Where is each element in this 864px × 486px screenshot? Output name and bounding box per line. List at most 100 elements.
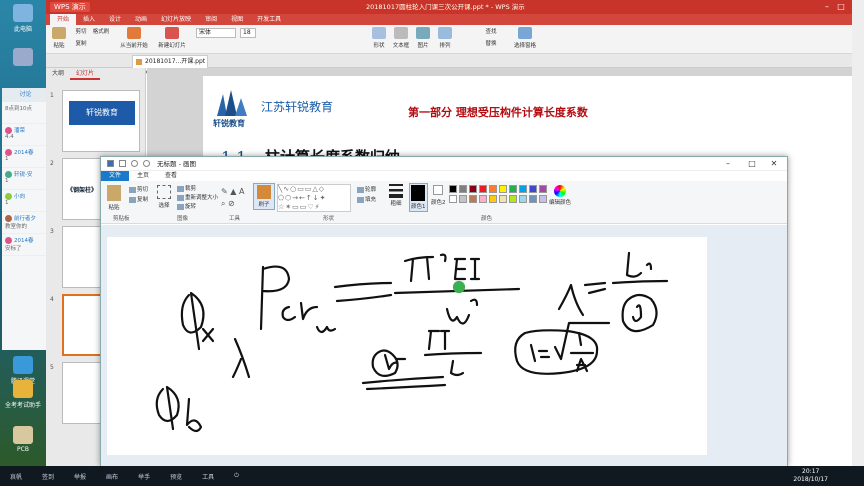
tab-home[interactable]: 主页 [129,171,157,181]
document-tab[interactable]: 20181017...开课.ppt * [132,55,208,77]
shape-button[interactable]: 形状 [368,27,390,49]
color2-button[interactable]: 颜色2 [431,185,446,206]
chat-message[interactable]: 潘荣 4.4 [2,124,49,146]
menu-review[interactable]: 审阅 [198,14,224,25]
paint-canvas[interactable] [107,237,707,455]
paint-rotate-button[interactable]: 旋转 [177,202,196,210]
color-swatch[interactable] [509,195,517,203]
document-tabs: 20181017...开课.ppt * [46,54,864,77]
color-swatch[interactable] [529,185,537,193]
this-pc-icon[interactable]: 此电脑 [4,4,42,33]
undo-icon[interactable] [131,160,138,167]
color-swatch[interactable] [529,195,537,203]
chat-message[interactable]: 轩锐-安 1 [2,168,49,190]
taskbar-item[interactable]: 哀帆 [0,472,32,481]
menu-developer[interactable]: 开发工具 [250,14,288,25]
paint-minimize-button[interactable]: – [717,157,739,171]
tab-slides[interactable]: 幻灯片 [70,68,101,80]
paint-paste-button[interactable]: 粘贴 [107,185,121,211]
cut-button[interactable]: 剪切 [72,27,90,35]
menu-design[interactable]: 设计 [102,14,128,25]
color-swatch[interactable] [449,185,457,193]
font-size-select[interactable]: 18 [240,28,256,38]
paint-copy-button[interactable]: 复制 [129,195,148,203]
color-swatch[interactable] [459,195,467,203]
new-slide-button[interactable]: 新建幻灯片 [154,27,190,49]
color-swatch[interactable] [449,195,457,203]
redo-icon[interactable] [143,160,150,167]
tab-file[interactable]: 文件 [101,171,130,181]
font-select[interactable]: 宋体 [196,28,236,38]
color-swatch[interactable] [519,195,527,203]
color-swatch[interactable] [479,185,487,193]
edit-colors-button[interactable]: 编辑颜色 [549,185,571,206]
minimize-button[interactable]: – [820,0,834,14]
recycle-icon[interactable] [4,48,42,68]
slide-thumbnail[interactable]: 轩锐教育 [62,90,140,152]
textbox-button[interactable]: 文本框 [390,27,412,49]
exam-helper-icon[interactable]: 全考考试助手 [4,380,42,409]
menu-home[interactable]: 开始 [50,14,77,25]
paint-cut-button[interactable]: 剪切 [129,185,148,193]
power-icon[interactable]: ⏻ [224,472,249,480]
system-clock[interactable]: 20:17 2018/10/17 [793,468,828,484]
paint-maximize-button[interactable]: □ [741,157,763,171]
copy-button[interactable]: 复制 [72,39,90,47]
color-swatch[interactable] [519,185,527,193]
pcb-icon[interactable]: PCB [4,426,42,453]
color-swatch[interactable] [479,195,487,203]
maximize-button[interactable]: □ [834,0,848,14]
save-icon[interactable] [119,160,126,167]
tab-outline[interactable]: 大纲 [46,68,70,80]
menu-insert[interactable]: 插入 [76,14,102,25]
color-swatch[interactable] [469,185,477,193]
paint-crop-button[interactable]: 裁剪 [177,184,196,192]
chat-message[interactable]: 2014春 1 [2,146,49,168]
paint-fill-button[interactable]: 填充 [357,195,376,203]
color-swatch[interactable] [469,195,477,203]
shapes-gallery[interactable]: ╲∿○▭▭△◇ ⬠⬡→←↑↓✦ ☆✶▭▭♡⚡ [277,184,351,212]
chat-message[interactable]: 小向 1 [2,190,49,212]
paint-select-button[interactable]: 选择 [157,185,171,209]
taskbar-item[interactable]: 签到 [32,472,64,481]
taskbar-item[interactable]: 画布 [96,472,128,481]
color-swatch[interactable] [509,185,517,193]
taskbar-item[interactable]: 举手 [128,472,160,481]
taskbar-item[interactable]: 预览 [160,472,192,481]
color-swatch[interactable] [499,185,507,193]
paste-button[interactable]: 粘贴 [48,27,70,49]
menu-view[interactable]: 视图 [224,14,250,25]
select-pane-button[interactable]: 选择窗格 [510,27,540,49]
from-current-button[interactable]: 从当前开始 [116,27,152,49]
color1-button[interactable]: 颜色1 [409,183,428,212]
color-swatch[interactable] [499,195,507,203]
select-icon [157,185,171,199]
paint-close-button[interactable]: ✕ [763,157,785,171]
menu-animation[interactable]: 动画 [128,14,154,25]
replace-button[interactable]: 替换 [478,39,504,47]
picture-button[interactable]: 图片 [412,27,434,49]
find-button[interactable]: 查找 [478,27,504,35]
taskbar-item[interactable]: 举报 [64,472,96,481]
paint-resize-button[interactable]: 重新调整大小 [177,193,218,201]
taskbar-item[interactable]: 工具 [192,472,224,481]
chat-message[interactable]: 前行者夕 教室你的 [2,212,49,234]
chat-message[interactable]: 8点到10点 [2,102,49,124]
pencil-icon[interactable]: ✎ ▲ A [221,187,244,196]
color-swatch[interactable] [489,185,497,193]
color-swatch[interactable] [459,185,467,193]
paint-size-button[interactable]: 粗细 [389,184,403,207]
arrange-button[interactable]: 排列 [434,27,456,49]
tab-view[interactable]: 查看 [157,171,185,181]
format-painter-button[interactable]: 格式刷 [90,27,112,35]
chat-message[interactable]: 2014春 安标了 [2,234,49,256]
paint-brush-button[interactable]: 刷子 [253,183,275,210]
wps-logo[interactable]: WPS 演示 [50,2,90,12]
color-swatch[interactable] [539,195,547,203]
color-swatch[interactable] [539,185,547,193]
scissors-icon [129,186,136,193]
eyedropper-icon[interactable]: ⌕ ⊘ [221,199,235,209]
menu-slideshow[interactable]: 幻灯片放映 [154,14,198,25]
paint-outline-button[interactable]: 轮廓 [357,185,376,193]
color-swatch[interactable] [489,195,497,203]
